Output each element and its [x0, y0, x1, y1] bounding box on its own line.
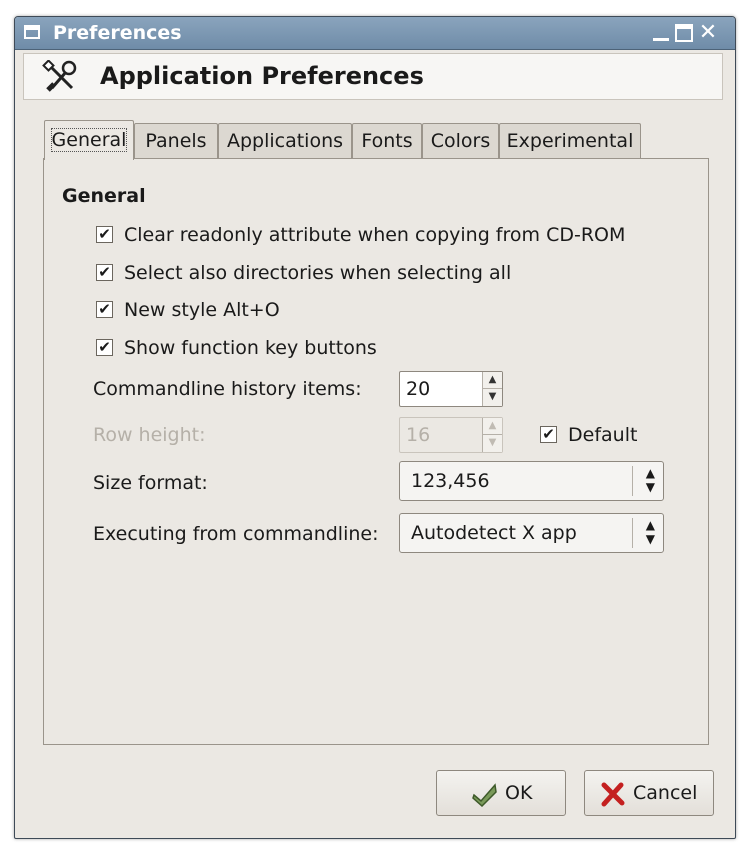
ok-button[interactable]: OK	[436, 770, 566, 816]
minimize-button[interactable]	[651, 23, 671, 43]
ok-label: OK	[505, 782, 533, 804]
new-style-alt-label: New style Alt+O	[124, 299, 280, 321]
function-key-buttons-checkbox[interactable]: ✔	[96, 339, 113, 356]
select-arrows-icon: ▲ ▼	[645, 518, 655, 546]
general-panel: General ✔ Clear readonly attribute when …	[43, 158, 709, 745]
tab-colors[interactable]: Colors	[422, 123, 499, 159]
tools-icon	[42, 60, 77, 92]
row-height-stepper: ▲ ▼	[482, 418, 502, 452]
select-directories-label: Select also directories when selecting a…	[124, 262, 512, 284]
title-bar[interactable]: Preferences ✕	[15, 17, 735, 50]
combo-separator	[632, 518, 633, 548]
tab-panels[interactable]: Panels	[134, 123, 218, 159]
tab-general-label: General	[50, 128, 128, 152]
tab-panels-label: Panels	[145, 130, 207, 152]
size-format-select[interactable]: 123,456 ▲ ▼	[399, 461, 664, 501]
maximize-button[interactable]	[675, 24, 693, 42]
new-style-alt-checkbox[interactable]: ✔	[96, 301, 113, 318]
select-arrows-icon: ▲ ▼	[645, 466, 655, 494]
tab-fonts[interactable]: Fonts	[352, 123, 422, 159]
close-button[interactable]: ✕	[698, 22, 718, 44]
section-title: General	[62, 185, 146, 207]
history-items-value: 20	[406, 378, 431, 400]
tab-experimental[interactable]: Experimental	[499, 123, 641, 159]
spin-down-icon: ▼	[488, 437, 497, 448]
executing-select[interactable]: Autodetect X app ▲ ▼	[399, 513, 664, 553]
checkmark-icon	[472, 783, 497, 807]
cancel-icon	[601, 782, 625, 807]
tab-applications[interactable]: Applications	[218, 123, 352, 159]
spin-up-icon[interactable]: ▲	[483, 372, 502, 389]
size-format-label: Size format:	[93, 472, 208, 494]
cancel-button[interactable]: Cancel	[584, 770, 714, 816]
default-label: Default	[568, 424, 638, 446]
dialog-header: Application Preferences	[23, 53, 723, 100]
row-height-label: Row height:	[93, 424, 206, 446]
window-title: Preferences	[53, 22, 182, 44]
cancel-label: Cancel	[633, 782, 698, 804]
tab-colors-label: Colors	[430, 130, 491, 152]
executing-label: Executing from commandline:	[93, 523, 379, 545]
history-items-stepper[interactable]: ▲ ▼	[482, 372, 502, 406]
tab-experimental-label: Experimental	[506, 130, 634, 152]
history-items-spinner[interactable]: 20 ▲ ▼	[399, 371, 503, 407]
default-checkbox[interactable]: ✔	[540, 426, 557, 443]
spin-up-icon: ▲	[483, 418, 502, 435]
tab-general[interactable]: General	[44, 120, 134, 160]
select-directories-checkbox[interactable]: ✔	[96, 264, 113, 281]
clear-readonly-label: Clear readonly attribute when copying fr…	[124, 224, 626, 246]
tab-applications-label: Applications	[226, 130, 344, 152]
spin-down-icon[interactable]: ▼	[483, 389, 502, 405]
size-format-value: 123,456	[411, 470, 490, 492]
tab-fonts-label: Fonts	[361, 130, 413, 152]
executing-value: Autodetect X app	[411, 522, 577, 544]
row-height-spinner: 16 ▲ ▼	[399, 417, 503, 453]
combo-separator	[632, 466, 633, 496]
history-items-label: Commandline history items:	[93, 378, 362, 400]
row-height-value: 16	[406, 424, 431, 446]
window-menu-icon[interactable]	[24, 25, 40, 39]
preferences-window: Preferences ✕ Application Preferences Ge…	[14, 16, 736, 839]
clear-readonly-checkbox[interactable]: ✔	[96, 226, 113, 243]
function-key-buttons-label: Show function key buttons	[124, 337, 377, 359]
dialog-title: Application Preferences	[100, 62, 424, 90]
